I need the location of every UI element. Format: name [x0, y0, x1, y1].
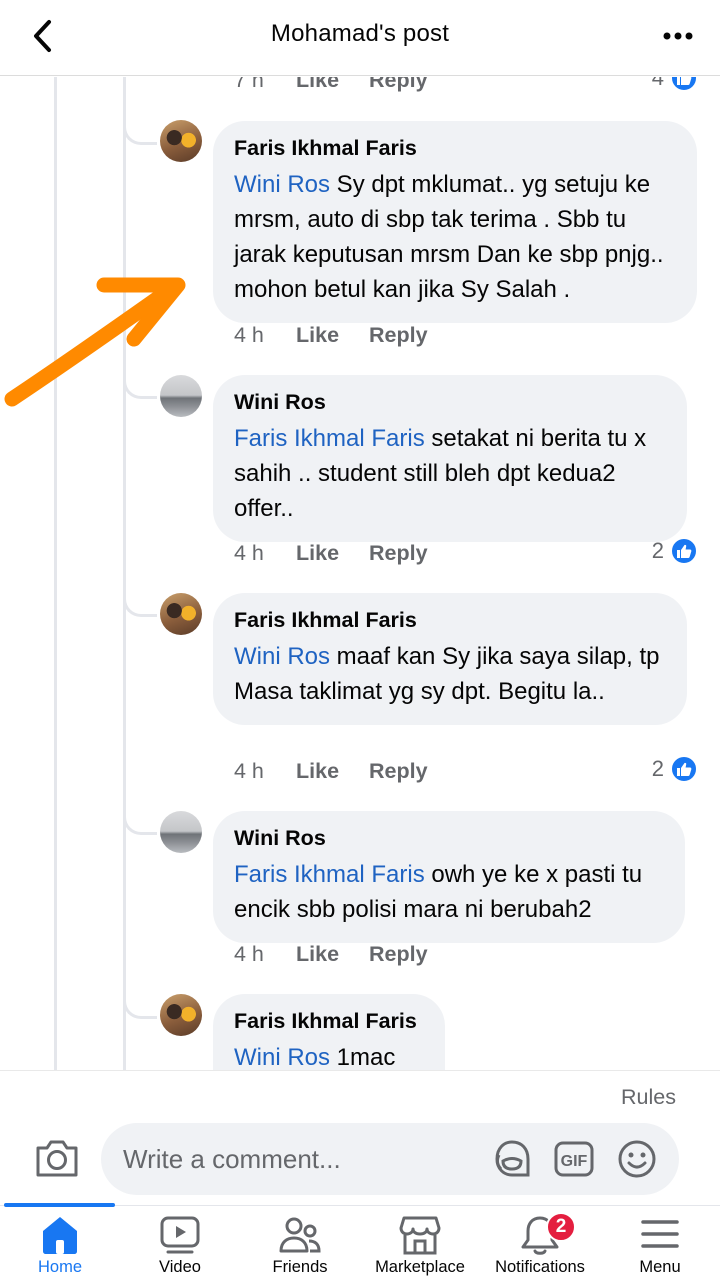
camera-button[interactable]	[34, 1137, 80, 1179]
avatar-sticker-button[interactable]	[491, 1139, 533, 1179]
comment-thread[interactable]: 7 h Like Reply 4 Faris Ikhmal Faris Wini…	[0, 77, 720, 1070]
nav-home[interactable]: Home	[0, 1206, 120, 1280]
comment-time: 4 h	[234, 758, 264, 783]
comment-box[interactable]: GIF	[101, 1123, 679, 1195]
comment-time: 4 h	[234, 540, 264, 565]
reply-connector	[123, 99, 157, 145]
comment-composer: Rules GIF	[0, 1070, 720, 1206]
thread-line	[54, 77, 57, 1070]
reply-connector	[123, 571, 157, 617]
emoji-button[interactable]	[616, 1139, 658, 1179]
comment-author[interactable]: Faris Ikhmal Faris	[234, 1008, 425, 1035]
page-title: Mohamad's post	[270, 20, 450, 47]
comment-text: Wini Ros 1mac	[234, 1040, 425, 1070]
comment-text: Wini Ros Sy dpt mklumat.. yg setuju ke m…	[234, 167, 677, 307]
comment-text: Faris Ikhmal Faris setakat ni berita tu …	[234, 421, 667, 526]
comment-meta: 4 h Like Reply	[234, 939, 458, 969]
comment-author[interactable]: Wini Ros	[234, 825, 665, 852]
video-icon	[160, 1216, 200, 1254]
nav-marketplace[interactable]: Marketplace	[360, 1206, 480, 1280]
nav-friends[interactable]: Friends	[240, 1206, 360, 1280]
nav-video[interactable]: Video	[120, 1206, 240, 1280]
mention-link[interactable]: Wini Ros	[234, 643, 330, 670]
friends-icon	[279, 1217, 321, 1253]
comment-text: Faris Ikhmal Faris owh ye ke x pasti tu …	[234, 857, 665, 927]
camera-icon	[36, 1140, 78, 1177]
gif-icon: GIF	[554, 1141, 594, 1177]
marketplace-icon	[399, 1216, 441, 1255]
comment-meta: 4 h Like Reply	[234, 320, 458, 350]
reaction-count: 4	[651, 77, 664, 90]
reply-link[interactable]: Reply	[369, 77, 428, 93]
comment-meta: 4 h Like Reply	[234, 756, 458, 786]
nav-label: Menu	[639, 1258, 681, 1276]
mention-link[interactable]: Wini Ros	[234, 171, 330, 198]
reaction-count: 2	[651, 538, 664, 563]
comment-author[interactable]: Faris Ikhmal Faris	[234, 135, 677, 162]
comment-text: Wini Ros maaf kan Sy jika saya silap, tp…	[234, 639, 667, 709]
reaction-summary[interactable]: 4	[652, 77, 698, 92]
comment-bubble[interactable]: Wini Ros Faris Ikhmal Faris setakat ni b…	[213, 375, 687, 542]
emoji-icon	[618, 1140, 656, 1178]
nav-label: Home	[37, 1258, 82, 1276]
nav-menu[interactable]: Menu	[600, 1206, 720, 1280]
like-link[interactable]: Like	[296, 759, 339, 784]
like-link[interactable]: Like	[296, 541, 339, 566]
comment-time: 4 h	[234, 941, 264, 966]
rules-link[interactable]: Rules	[621, 1085, 676, 1110]
reply-connector	[123, 789, 157, 835]
comment-time: 4 h	[234, 322, 264, 347]
comment-input[interactable]	[123, 1143, 483, 1175]
comment-meta: 4 h Like Reply	[234, 538, 458, 568]
like-link[interactable]: Like	[296, 77, 339, 93]
bottom-navigation: Home Video Friends Marketplace 2 Notific…	[0, 1203, 720, 1280]
like-reaction-icon	[670, 755, 698, 783]
comment-author[interactable]: Wini Ros	[234, 389, 667, 416]
arrow-annotation-icon	[4, 277, 186, 407]
comment-bubble[interactable]: Faris Ikhmal Faris Wini Ros Sy dpt mklum…	[213, 121, 697, 323]
nav-label: Marketplace	[375, 1258, 465, 1276]
avatar[interactable]	[160, 120, 202, 162]
gif-button[interactable]: GIF	[553, 1139, 595, 1179]
reply-connector	[123, 973, 157, 1019]
reply-link[interactable]: Reply	[369, 323, 428, 348]
nav-label: Notifications	[495, 1258, 585, 1276]
avatar[interactable]	[160, 593, 202, 635]
reply-link[interactable]: Reply	[369, 541, 428, 566]
mention-link[interactable]: Wini Ros	[234, 1044, 330, 1070]
notification-badge: 2	[546, 1212, 576, 1242]
mention-link[interactable]: Faris Ikhmal Faris	[234, 425, 425, 452]
post-header: Mohamad's post	[0, 0, 720, 76]
comment-bubble[interactable]: Faris Ikhmal Faris Wini Ros 1mac	[213, 994, 445, 1070]
like-reaction-icon	[670, 537, 698, 565]
menu-icon	[641, 1220, 679, 1248]
nav-notifications[interactable]: 2 Notifications	[480, 1206, 600, 1280]
more-options-button[interactable]	[658, 18, 698, 54]
reaction-count: 2	[651, 756, 664, 781]
svg-text:GIF: GIF	[561, 1153, 588, 1170]
comment-body: 1mac	[330, 1044, 396, 1070]
comment-time: 7 h	[234, 77, 264, 92]
reply-link[interactable]: Reply	[369, 942, 428, 967]
nav-label: Video	[159, 1258, 201, 1276]
reaction-summary[interactable]: 2	[652, 537, 698, 565]
like-reaction-icon	[670, 77, 698, 92]
more-horizontal-icon	[663, 32, 693, 40]
comment-bubble[interactable]: Wini Ros Faris Ikhmal Faris owh ye ke x …	[213, 811, 685, 943]
reaction-summary[interactable]: 2	[652, 755, 698, 783]
avatar-sticker-icon	[495, 1140, 530, 1177]
previous-comment-meta: 7 h Like Reply	[234, 77, 458, 95]
like-link[interactable]: Like	[296, 942, 339, 967]
home-icon	[43, 1217, 77, 1254]
comment-bubble[interactable]: Faris Ikhmal Faris Wini Ros maaf kan Sy …	[213, 593, 687, 725]
reply-link[interactable]: Reply	[369, 759, 428, 784]
mention-link[interactable]: Faris Ikhmal Faris	[234, 861, 425, 888]
like-link[interactable]: Like	[296, 323, 339, 348]
avatar[interactable]	[160, 994, 202, 1036]
nav-label: Friends	[272, 1258, 328, 1276]
avatar[interactable]	[160, 811, 202, 853]
comment-author[interactable]: Faris Ikhmal Faris	[234, 607, 667, 634]
